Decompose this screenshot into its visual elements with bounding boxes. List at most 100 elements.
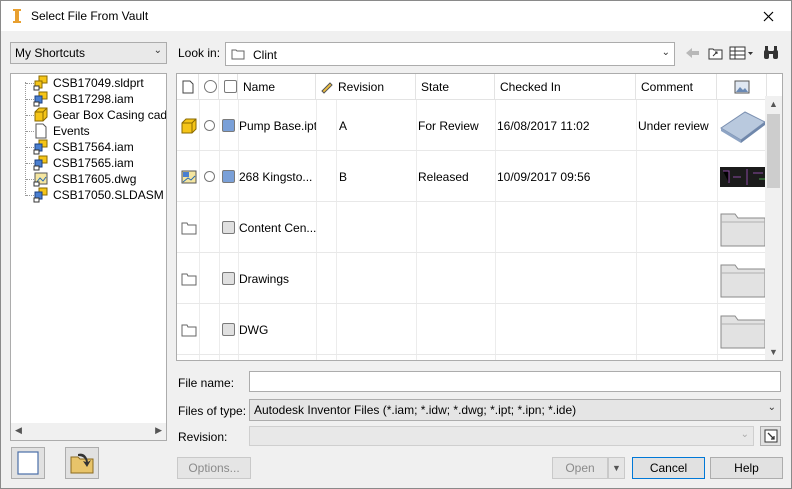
tree-item-label: Gear Box Casing cad.ipt — [53, 108, 167, 122]
file-row[interactable]: DWG — [177, 304, 767, 355]
checked-in-cell: 10/09/2017 09:56 — [497, 169, 591, 184]
assembly-icon — [33, 139, 49, 155]
revision-column-header[interactable]: Revision — [316, 74, 416, 100]
scroll-up-icon[interactable]: ▲ — [769, 99, 778, 109]
lookin-dropdown[interactable]: Clint ⌄ — [225, 42, 675, 66]
tree-item[interactable]: CSB17298.iam — [11, 91, 134, 107]
state-color-cell — [219, 151, 238, 202]
thumbnail-column-header[interactable] — [717, 74, 767, 100]
tree-item-label: CSB17050.SLDASM — [53, 188, 164, 202]
tree-item[interactable]: CSB17565.iam — [11, 155, 134, 171]
open-button[interactable]: Open — [552, 457, 608, 479]
window-title: Select File From Vault — [31, 9, 149, 23]
scrollbar-thumb[interactable] — [767, 114, 780, 188]
help-button[interactable]: Help — [710, 457, 783, 479]
state-color-cell — [219, 100, 238, 151]
state-cell: For Review — [418, 118, 479, 133]
folder-icon — [179, 304, 199, 355]
chevron-down-icon: ⌄ — [740, 429, 749, 440]
name-cell: Pump Base.ipt — [239, 118, 316, 133]
lookin-label: Look in: — [178, 46, 221, 60]
checked-in-cell — [497, 253, 636, 304]
file-row[interactable]: 268 Kingsto... B Released 10/09/2017 09:56 — [177, 151, 767, 202]
state-cell — [418, 304, 495, 355]
comment-cell: Under review — [638, 118, 709, 133]
state-indicator-icon — [222, 221, 235, 234]
revision-dropdown[interactable]: ⌄ — [249, 426, 754, 446]
up-folder-icon[interactable] — [707, 44, 725, 62]
status-column-header[interactable] — [199, 74, 219, 100]
name-cell: Drawings — [239, 271, 290, 286]
part-thumbnail — [718, 100, 768, 151]
file-type-dropdown[interactable]: Autodesk Inventor Files (*.iam; *.idw; *… — [249, 399, 781, 421]
chevron-down-icon: ▼ — [612, 463, 621, 473]
file-name-label: File name: — [178, 376, 235, 390]
status-cell — [199, 151, 219, 202]
tree-item-label: CSB17298.iam — [53, 92, 134, 106]
checkbox-icon — [224, 80, 237, 93]
image-icon — [734, 80, 749, 93]
name-cell: Content Cen... — [239, 220, 316, 235]
status-cell — [199, 100, 219, 151]
file-name-input[interactable] — [249, 371, 781, 392]
new-shortcut-button[interactable] — [11, 447, 45, 479]
scroll-down-icon[interactable]: ▼ — [769, 347, 778, 357]
tree-horizontal-scrollbar[interactable]: ◀ ▶ — [11, 423, 166, 440]
tree-item[interactable]: Events — [11, 123, 90, 139]
state-indicator-icon — [222, 119, 235, 132]
select-file-dialog: Select File From Vault My Shortcuts ⌄ CS… — [0, 0, 792, 489]
tree-item[interactable]: Gear Box Casing cad.ipt — [11, 107, 167, 123]
name-column-header[interactable]: Name — [238, 74, 316, 100]
drawing-icon — [33, 171, 49, 187]
back-arrow-icon[interactable] — [684, 44, 702, 62]
state-column-header[interactable] — [219, 74, 238, 100]
drawing-thumbnail — [718, 151, 768, 202]
options-button[interactable]: Options... — [177, 457, 251, 479]
scroll-right-icon[interactable]: ▶ — [155, 425, 162, 436]
close-icon — [763, 11, 773, 21]
file-list-vertical-scrollbar[interactable]: ▲ ▼ — [765, 96, 782, 360]
tree-item[interactable]: CSB17605.dwg — [11, 171, 136, 187]
checked-in-cell — [497, 202, 636, 253]
file-row[interactable]: Pump Base.ipt A For Review 16/08/2017 11:02… — [177, 100, 767, 151]
cancel-button[interactable]: Cancel — [632, 457, 705, 479]
file-list[interactable]: Name Revision State Checked In Comment P… — [176, 73, 783, 361]
revision-picker-button[interactable] — [760, 426, 781, 446]
tree-item[interactable]: CSB17049.sldprt — [11, 75, 144, 91]
document-icon — [33, 123, 49, 139]
folder-icon — [231, 49, 245, 60]
revision-cell: A — [339, 118, 348, 133]
status-circle-icon — [203, 120, 215, 131]
checked-in-column-header[interactable]: Checked In — [495, 74, 636, 100]
name-cell: DWG — [239, 322, 269, 337]
state-indicator-icon — [222, 272, 235, 285]
file-type-label: Files of type: — [178, 404, 247, 418]
revision-label: Revision: — [178, 430, 228, 444]
scroll-left-icon[interactable]: ◀ — [15, 425, 22, 436]
status-cell — [199, 202, 219, 253]
shortcuts-dropdown[interactable]: My Shortcuts ⌄ — [10, 42, 167, 64]
view-menu-icon[interactable] — [729, 44, 755, 62]
title-bar: Select File From Vault — [1, 1, 791, 31]
open-folder-button[interactable] — [65, 447, 99, 479]
status-circle-icon — [204, 80, 217, 93]
shortcuts-tree[interactable]: CSB17049.sldprt CSB17298.iam Gear Box Casi… — [10, 73, 167, 441]
type-column-header[interactable] — [177, 74, 199, 100]
comment-cell — [638, 202, 717, 253]
state-color-cell — [219, 304, 238, 355]
tree-item[interactable]: CSB17050.SLDASM — [11, 187, 164, 203]
assembly-icon — [33, 187, 49, 203]
open-dropdown-button[interactable]: ▼ — [608, 457, 625, 479]
assembly-icon — [33, 155, 49, 171]
tree-item[interactable]: CSB17564.iam — [11, 139, 134, 155]
file-row[interactable]: Content Cen... — [177, 202, 767, 253]
part-icon — [33, 107, 49, 123]
file-row[interactable]: Drawings — [177, 253, 767, 304]
state-indicator-icon — [222, 170, 235, 183]
assembly-icon — [33, 91, 49, 107]
revision-cell: B — [339, 169, 348, 184]
close-button[interactable] — [745, 1, 791, 31]
comment-column-header[interactable]: Comment — [636, 74, 717, 100]
state-header[interactable]: State — [416, 74, 495, 100]
find-binoculars-icon[interactable] — [762, 44, 780, 62]
